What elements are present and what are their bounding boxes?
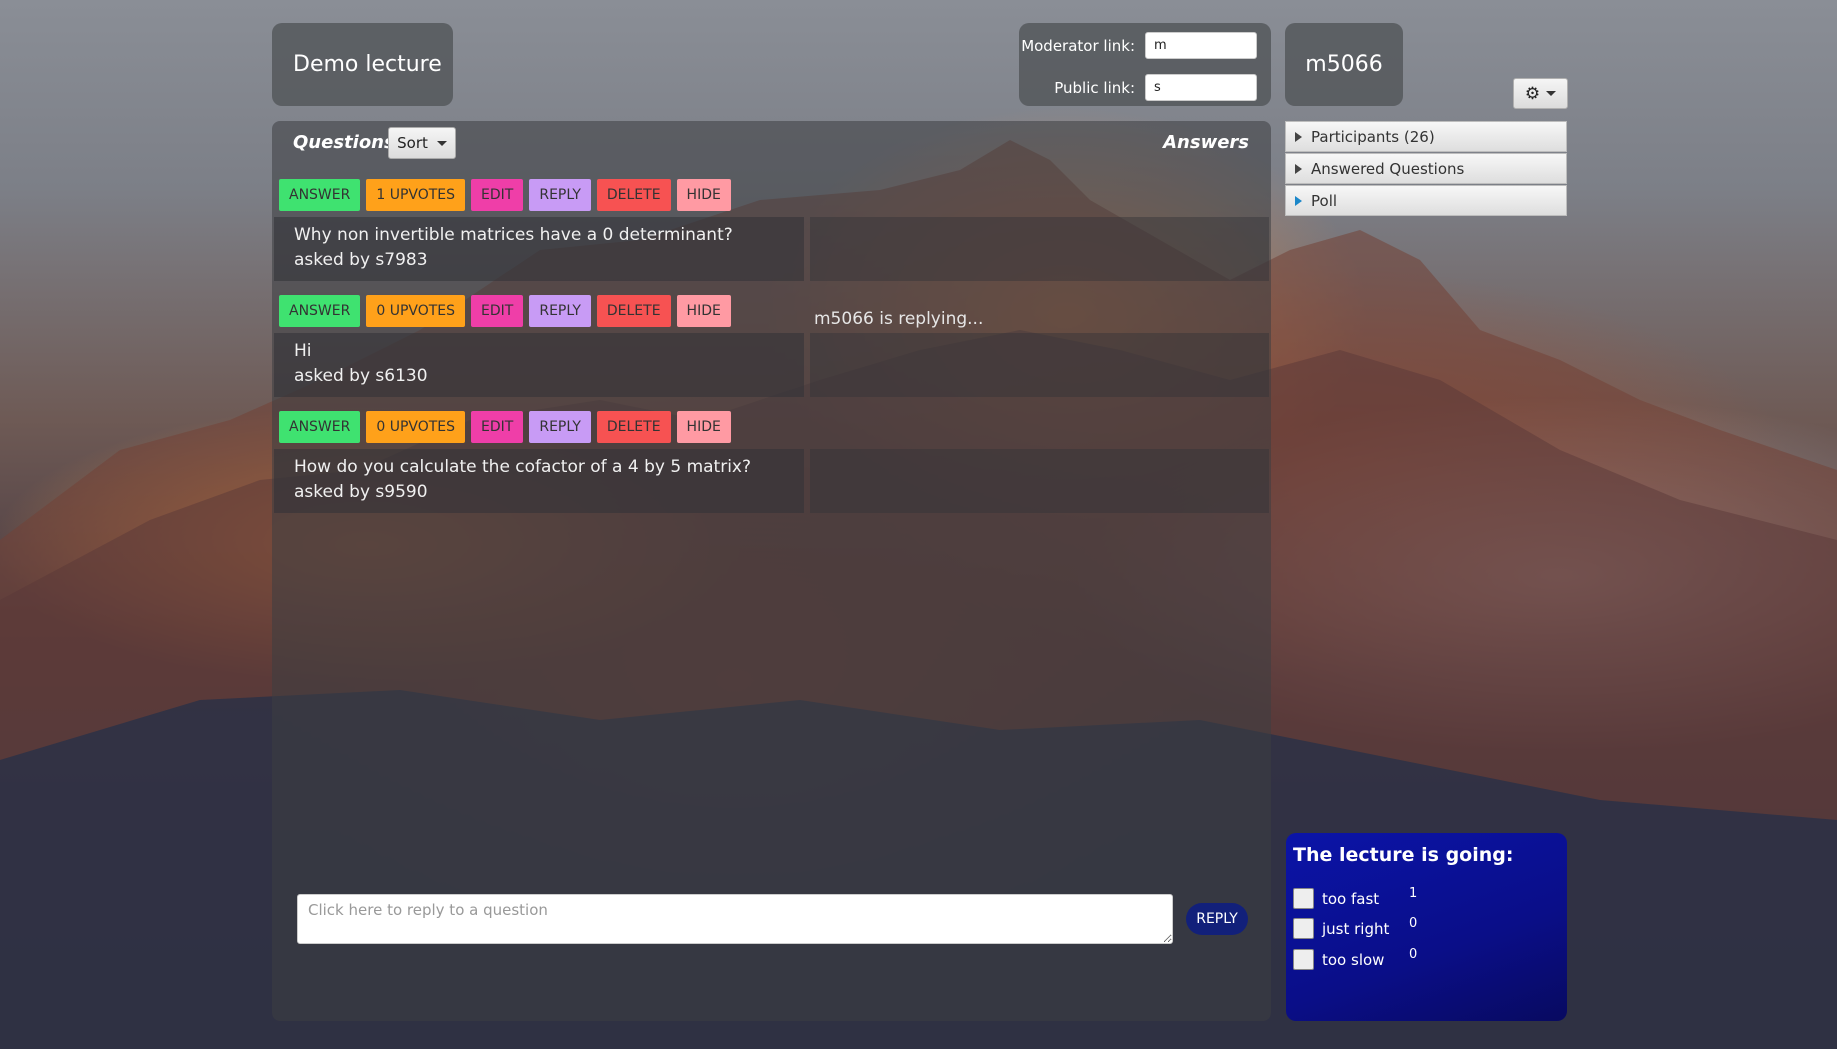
- questions-panel: Questions Sort Answers ANSWER 1 UPVOTES …: [272, 121, 1271, 1021]
- reply-button[interactable]: REPLY: [529, 295, 591, 327]
- hide-button[interactable]: HIDE: [676, 411, 731, 443]
- too-slow-checkbox[interactable]: [1293, 949, 1314, 970]
- answers-heading: Answers: [1163, 132, 1249, 153]
- chevron-down-icon: [1546, 91, 1557, 96]
- expand-arrow-icon: [1295, 131, 1302, 142]
- answer-cell: [810, 449, 1269, 513]
- replying-status: m5066 is replying...: [814, 309, 984, 329]
- answer-cell: [810, 217, 1269, 281]
- feedback-title: The lecture is going:: [1293, 844, 1514, 866]
- edit-button[interactable]: EDIT: [471, 179, 524, 211]
- answer-button[interactable]: ANSWER: [279, 411, 361, 443]
- feedback-option-too-fast: too fast: [1293, 888, 1414, 909]
- chevron-down-icon: [436, 140, 447, 146]
- questions-heading: Questions: [293, 132, 395, 153]
- question-text: Hi: [294, 341, 312, 361]
- delete-button[interactable]: DELETE: [596, 179, 671, 211]
- edit-button[interactable]: EDIT: [471, 295, 524, 327]
- sidebar-item-poll[interactable]: Poll: [1285, 185, 1567, 216]
- reply-submit-button[interactable]: REPLY: [1186, 903, 1248, 935]
- lecture-pace-feedback: The lecture is going: too fast 1 just ri…: [1286, 833, 1567, 1021]
- question-cell: Why non invertible matrices have a 0 det…: [274, 217, 804, 281]
- expand-arrow-icon: [1295, 163, 1302, 174]
- question-cell: How do you calculate the cofactor of a 4…: [274, 449, 804, 513]
- question-cell: Hi asked by s6130: [274, 333, 804, 397]
- upvote-button[interactable]: 1 UPVOTES: [366, 179, 466, 211]
- gear-icon: ⚙: [1524, 83, 1541, 104]
- reply-button[interactable]: REPLY: [529, 179, 591, 211]
- feedback-option-label: too slow: [1322, 950, 1385, 969]
- moderator-link-row: Moderator link:: [1021, 32, 1257, 59]
- hide-button[interactable]: HIDE: [676, 295, 731, 327]
- question-text: How do you calculate the cofactor of a 4…: [294, 457, 752, 477]
- sidebar-item-label: Poll: [1311, 191, 1338, 210]
- delete-button[interactable]: DELETE: [596, 411, 671, 443]
- question-text: Why non invertible matrices have a 0 det…: [294, 225, 733, 245]
- too-slow-count: 0: [1409, 947, 1418, 962]
- public-link-field[interactable]: [1145, 74, 1257, 101]
- question-actions: ANSWER 1 UPVOTES EDIT REPLY DELETE HIDE: [279, 179, 731, 211]
- answer-cell: [810, 333, 1269, 397]
- moderator-link-label: Moderator link:: [1021, 36, 1135, 55]
- feedback-option-just-right: just right: [1293, 918, 1414, 939]
- answer-button[interactable]: ANSWER: [279, 295, 361, 327]
- question-author: asked by s7983: [294, 250, 428, 270]
- sidebar-item-label: Participants (26): [1311, 127, 1435, 146]
- user-code-card: m5066: [1285, 23, 1403, 106]
- public-link-row: Public link:: [1054, 74, 1257, 101]
- question-actions: ANSWER 0 UPVOTES EDIT REPLY DELETE HIDE: [279, 411, 731, 443]
- answer-button[interactable]: ANSWER: [279, 179, 361, 211]
- lecture-title-card: Demo lecture: [272, 23, 453, 106]
- question-actions: ANSWER 0 UPVOTES EDIT REPLY DELETE HIDE: [279, 295, 731, 327]
- hide-button[interactable]: HIDE: [676, 179, 731, 211]
- feedback-option-label: just right: [1322, 919, 1390, 938]
- reply-button[interactable]: REPLY: [529, 411, 591, 443]
- lecture-title: Demo lecture: [293, 52, 442, 77]
- expand-arrow-icon: [1295, 195, 1302, 206]
- reply-input[interactable]: [297, 894, 1173, 944]
- links-card: Moderator link: Public link:: [1019, 23, 1271, 106]
- sidebar-accordion: Participants (26) Answered Questions Pol…: [1285, 121, 1567, 217]
- upvote-button[interactable]: 0 UPVOTES: [366, 411, 466, 443]
- question-author: asked by s6130: [294, 366, 428, 386]
- sort-label: Sort: [397, 134, 428, 152]
- just-right-count: 0: [1409, 916, 1418, 931]
- delete-button[interactable]: DELETE: [596, 295, 671, 327]
- sidebar-item-answered-questions[interactable]: Answered Questions: [1285, 153, 1567, 184]
- feedback-option-label: too fast: [1322, 889, 1380, 908]
- user-code: m5066: [1305, 52, 1383, 77]
- sidebar-item-participants[interactable]: Participants (26): [1285, 121, 1567, 152]
- public-link-label: Public link:: [1054, 78, 1135, 97]
- just-right-checkbox[interactable]: [1293, 918, 1314, 939]
- question-author: asked by s9590: [294, 482, 428, 502]
- upvote-button[interactable]: 0 UPVOTES: [366, 295, 466, 327]
- too-fast-checkbox[interactable]: [1293, 888, 1314, 909]
- edit-button[interactable]: EDIT: [471, 411, 524, 443]
- too-fast-count: 1: [1409, 886, 1418, 901]
- sidebar-item-label: Answered Questions: [1311, 159, 1465, 178]
- settings-dropdown-button[interactable]: ⚙: [1513, 78, 1568, 109]
- moderator-link-field[interactable]: [1145, 32, 1257, 59]
- feedback-option-too-slow: too slow: [1293, 949, 1414, 970]
- sort-dropdown-button[interactable]: Sort: [388, 127, 456, 159]
